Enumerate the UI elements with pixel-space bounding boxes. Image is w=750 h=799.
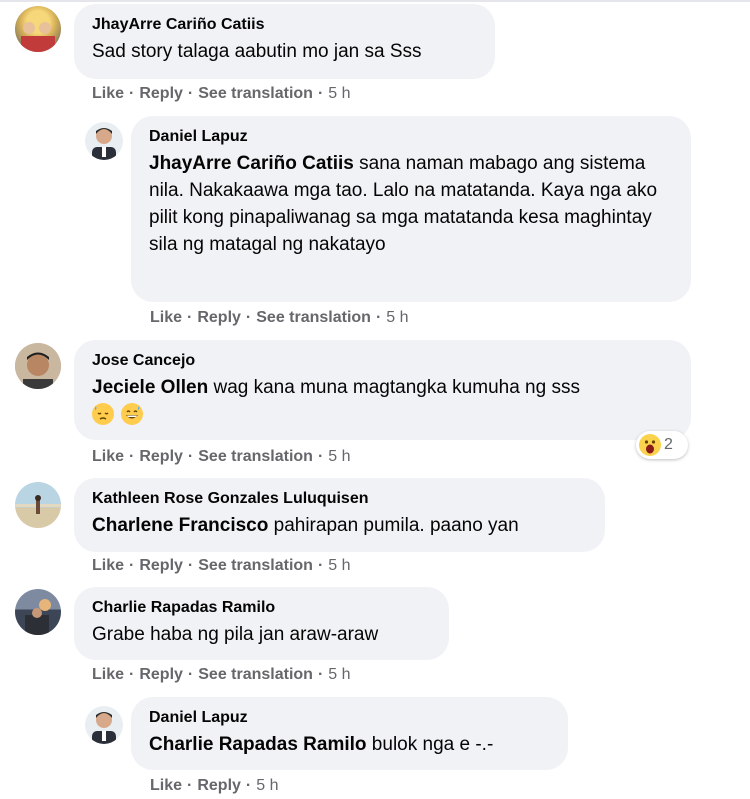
comment-actions: Like · Reply · See translation · 5 h [92,665,351,685]
separator: · [129,666,135,683]
timestamp[interactable]: 5 h [328,666,350,683]
timestamp[interactable]: 5 h [386,309,408,326]
comment-text: Sad story talaga aabutin mo jan sa Sss [92,41,422,62]
reply-link[interactable]: Reply [139,448,183,465]
comment-text: JhayArre Cariño Catiis sana naman mabago… [149,153,658,255]
separator: · [187,85,194,102]
comment-actions: Like · Reply · See translation · 5 h [150,308,409,328]
comment-text: Charlie Rapadas Ramilo bulok nga e -.- [149,734,494,755]
separator: · [129,85,135,102]
comment-actions: Like · Reply · See translation · 5 h [92,84,351,104]
separator: · [317,666,324,683]
separator: · [187,448,194,465]
separator: · [317,85,324,102]
like-link[interactable]: Like [92,448,124,465]
like-link[interactable]: Like [92,557,124,574]
separator: · [245,309,252,326]
see-translation-link[interactable]: See translation [198,448,313,465]
avatar[interactable] [85,706,123,744]
comment-actions: Like · Reply · See translation · 5 h [92,447,351,467]
avatar[interactable] [15,343,61,389]
reply-link[interactable]: Reply [139,666,183,683]
comment-bubble: Charlie Rapadas Ramilo Grabe haba ng pil… [74,587,449,660]
mention[interactable]: Charlie Rapadas Ramilo [149,734,367,755]
mention[interactable]: Jeciele Ollen [92,377,208,398]
avatar[interactable] [15,6,61,52]
comment-author[interactable]: Jose Cancejo [92,350,673,372]
separator: · [245,777,252,794]
comment-author[interactable]: Charlie Rapadas Ramilo [92,597,431,619]
reply-link[interactable]: Reply [139,557,183,574]
see-translation-link[interactable]: See translation [256,309,371,326]
mention[interactable]: Charlene Francisco [92,515,268,536]
see-translation-link[interactable]: See translation [198,85,313,102]
reaction-badge[interactable]: 2 [636,431,688,459]
comment-author[interactable]: Kathleen Rose Gonzales Luluquisen [92,488,587,510]
mention[interactable]: JhayArre Cariño Catiis [149,153,354,174]
downcast-sweat-emoji [92,403,114,425]
separator: · [317,557,324,574]
like-link[interactable]: Like [92,666,124,683]
separator: · [317,448,324,465]
comment-bubble: Jose Cancejo Jeciele Ollen wag kana muna… [74,340,691,440]
timestamp[interactable]: 5 h [328,85,350,102]
timestamp[interactable]: 5 h [328,557,350,574]
timestamp[interactable]: 5 h [256,777,278,794]
comment-text: Charlene Francisco pahirapan pumila. paa… [92,515,519,536]
comment-text: Jeciele Ollen wag kana muna magtangka ku… [92,377,580,398]
avatar[interactable] [15,589,61,635]
like-link[interactable]: Like [92,85,124,102]
wow-reaction-icon [639,434,661,456]
comment-actions: Like · Reply · 5 h [150,776,279,796]
like-link[interactable]: Like [150,309,182,326]
avatar[interactable] [15,482,61,528]
comment-bubble: Kathleen Rose Gonzales Luluquisen Charle… [74,478,605,552]
like-link[interactable]: Like [150,777,182,794]
separator: · [187,309,193,326]
avatar[interactable] [85,122,123,160]
see-translation-link[interactable]: See translation [198,557,313,574]
reaction-count: 2 [664,436,673,453]
separator: · [129,448,135,465]
top-divider [0,0,750,2]
separator: · [187,666,194,683]
timestamp[interactable]: 5 h [328,448,350,465]
reply-link[interactable]: Reply [197,309,241,326]
comment-author[interactable]: Daniel Lapuz [149,126,673,148]
comment-bubble: JhayArre Cariño Catiis Sad story talaga … [74,4,495,79]
reply-link[interactable]: Reply [139,85,183,102]
emoji-row [92,403,673,425]
comment-actions: Like · Reply · See translation · 5 h [92,556,351,576]
grinning-sweat-emoji [121,403,144,425]
comment-text: Grabe haba ng pila jan araw-araw [92,624,379,645]
separator: · [187,557,194,574]
comment-author[interactable]: Daniel Lapuz [149,707,550,729]
reply-link[interactable]: Reply [197,777,241,794]
separator: · [375,309,382,326]
see-translation-link[interactable]: See translation [198,666,313,683]
separator: · [187,777,193,794]
comment-bubble: Daniel Lapuz Charlie Rapadas Ramilo bulo… [131,697,568,770]
comment-bubble: Daniel Lapuz JhayArre Cariño Catiis sana… [131,116,691,302]
separator: · [129,557,135,574]
comment-author[interactable]: JhayArre Cariño Catiis [92,14,477,36]
